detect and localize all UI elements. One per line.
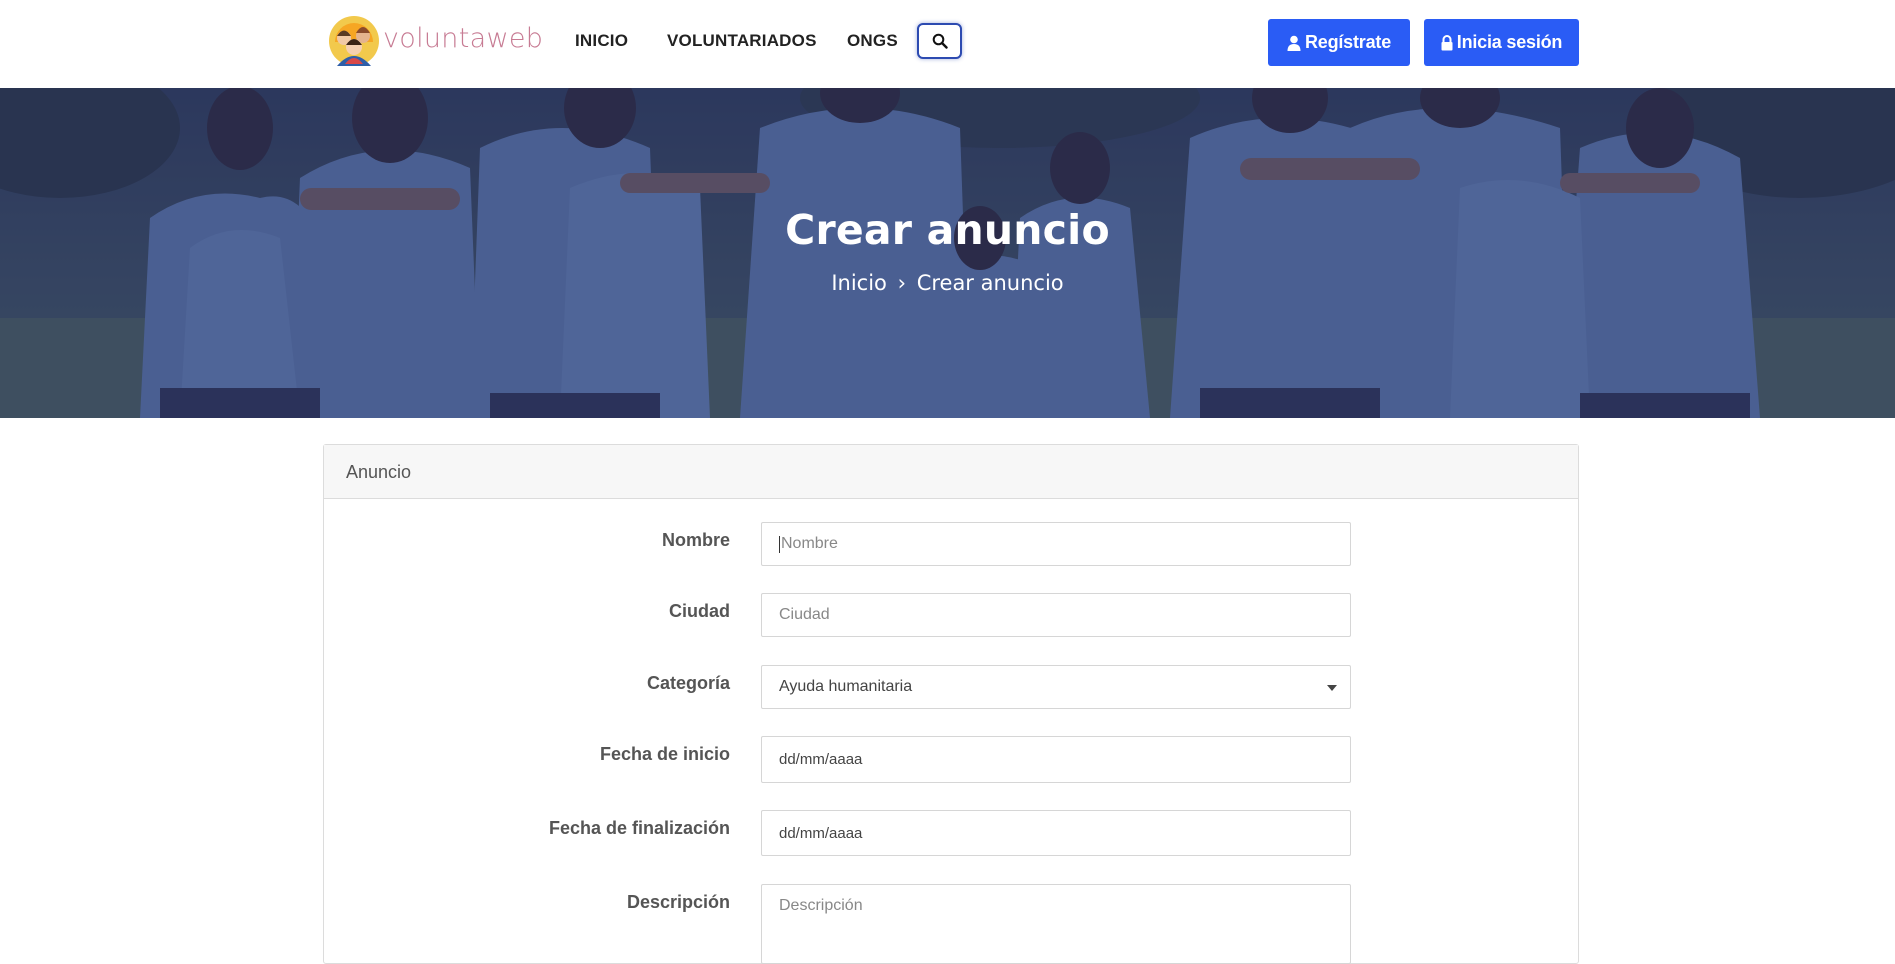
- categoria-selected-value: Ayuda humanitaria: [779, 678, 913, 695]
- site-logo[interactable]: voluntaweb: [327, 14, 543, 68]
- ciudad-placeholder: Ciudad: [779, 606, 830, 623]
- ciudad-input[interactable]: Ciudad: [761, 593, 1351, 637]
- breadcrumb-separator: ›: [897, 271, 906, 295]
- categoria-select[interactable]: Ayuda humanitaria: [761, 665, 1351, 709]
- nombre-input[interactable]: Nombre: [761, 522, 1351, 566]
- panel-title: Anuncio: [324, 445, 1578, 499]
- fecha-inicio-value: dd/mm/aaaa: [779, 751, 863, 768]
- fecha-inicio-input[interactable]: dd/mm/aaaa: [761, 736, 1351, 783]
- logo-text: voluntaweb: [383, 23, 544, 54]
- logo-icon: [329, 16, 379, 66]
- nav-ongs[interactable]: ONGS: [847, 31, 898, 51]
- register-label: Regístrate: [1304, 32, 1392, 52]
- search-button[interactable]: [917, 23, 962, 59]
- hero-banner: Crear anuncio Inicio › Crear anuncio: [0, 88, 1895, 418]
- register-button[interactable]: Regístrate: [1268, 19, 1410, 66]
- page-title: Crear anuncio: [785, 206, 1110, 254]
- breadcrumb-current: Crear anuncio: [916, 271, 1064, 295]
- nav-voluntariados[interactable]: VOLUNTARIADOS: [667, 31, 817, 51]
- breadcrumb-home[interactable]: Inicio: [831, 271, 887, 295]
- text-cursor: [779, 535, 780, 553]
- categoria-label: Categoría: [646, 673, 730, 693]
- caret-down-icon: [1327, 685, 1337, 691]
- login-label: Inicia sesión: [1456, 32, 1563, 52]
- ad-form-panel: Anuncio Nombre Nombre Ciudad Ciudad Cate…: [323, 444, 1579, 964]
- user-icon: [1287, 35, 1301, 51]
- search-icon: [932, 33, 948, 49]
- breadcrumb: Inicio › Crear anuncio: [0, 271, 1895, 295]
- nombre-label: Nombre: [661, 530, 730, 550]
- nombre-placeholder: Nombre: [781, 535, 838, 552]
- fecha-fin-label: Fecha de finalización: [548, 818, 730, 838]
- ciudad-label: Ciudad: [669, 601, 730, 621]
- descripcion-textarea[interactable]: Descripción: [761, 884, 1351, 964]
- fecha-fin-input[interactable]: dd/mm/aaaa: [761, 810, 1351, 856]
- login-button[interactable]: Inicia sesión: [1424, 19, 1579, 66]
- nav-inicio[interactable]: INICIO: [575, 31, 628, 51]
- fecha-inicio-label: Fecha de inicio: [599, 744, 730, 764]
- lock-icon: [1441, 34, 1453, 50]
- descripcion-placeholder: Descripción: [779, 897, 863, 914]
- top-navbar: voluntaweb INICIO VOLUNTARIADOS ONGS Reg…: [0, 0, 1895, 88]
- fecha-fin-value: dd/mm/aaaa: [779, 824, 863, 842]
- descripcion-label: Descripción: [626, 892, 730, 912]
